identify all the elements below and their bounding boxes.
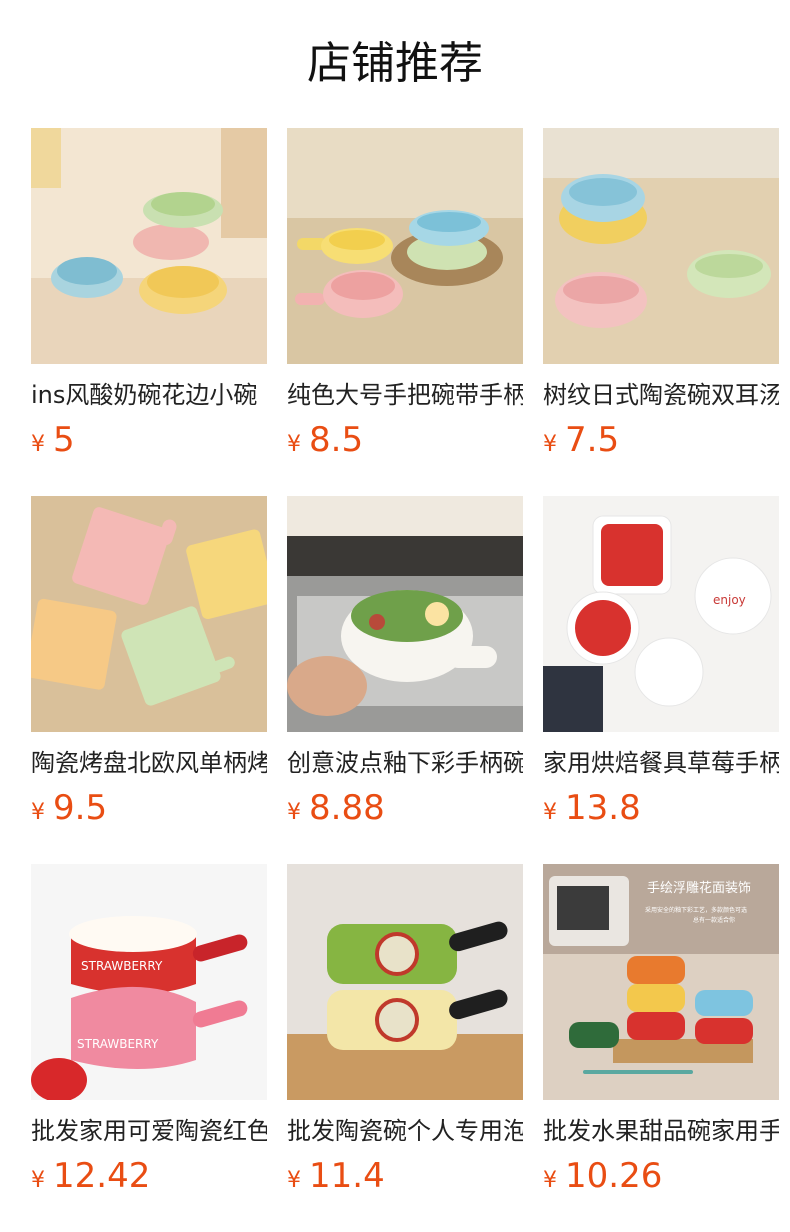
currency-symbol: ¥ xyxy=(31,432,45,457)
price-value: 9.5 xyxy=(53,788,108,828)
currency-symbol: ¥ xyxy=(31,800,45,825)
product-image[interactable] xyxy=(543,128,779,364)
product-price: ¥8.5 xyxy=(287,420,523,466)
price-value: 13.8 xyxy=(565,788,641,828)
price-value: 8.5 xyxy=(309,420,364,460)
price-value: 10.26 xyxy=(565,1156,663,1196)
product-image[interactable] xyxy=(287,496,523,732)
product-name[interactable]: 纯色大号手把碗带手柄 xyxy=(287,378,523,412)
currency-symbol: ¥ xyxy=(543,800,557,825)
price-value: 7.5 xyxy=(565,420,620,460)
product-image[interactable] xyxy=(287,128,523,364)
product-card[interactable]: 创意波点釉下彩手柄碗 ¥8.88 xyxy=(287,496,523,834)
product-price: ¥13.8 xyxy=(543,788,779,834)
product-name[interactable]: 陶瓷烤盘北欧风单柄烤 xyxy=(31,746,267,780)
page-title: 店铺推荐 xyxy=(307,38,483,89)
product-image[interactable] xyxy=(31,496,267,732)
product-card[interactable]: 批发陶瓷碗个人专用泡 ¥11.4 xyxy=(287,864,523,1202)
product-card[interactable]: 纯色大号手把碗带手柄 ¥8.5 xyxy=(287,128,523,466)
product-name[interactable]: 批发家用可爱陶瓷红色 xyxy=(31,1114,267,1148)
product-name[interactable]: 树纹日式陶瓷碗双耳汤 xyxy=(543,378,779,412)
product-name[interactable]: 批发陶瓷碗个人专用泡 xyxy=(287,1114,523,1148)
product-price: ¥9.5 xyxy=(31,788,267,834)
product-price: ¥11.4 xyxy=(287,1156,523,1202)
price-value: 8.88 xyxy=(309,788,385,828)
product-card[interactable]: enjoy 家用烘焙餐具草莓手柄 ¥13.8 xyxy=(543,496,779,834)
product-name[interactable]: 批发水果甜品碗家用手 xyxy=(543,1114,779,1148)
price-value: 5 xyxy=(53,420,75,460)
strawberry-label: STRAWBERRY xyxy=(77,1037,159,1051)
product-name[interactable]: 家用烘焙餐具草莓手柄 xyxy=(543,746,779,780)
banner-subtitle: 总有一款适合你 xyxy=(693,916,735,924)
product-price: ¥10.26 xyxy=(543,1156,779,1202)
product-price: ¥7.5 xyxy=(543,420,779,466)
price-value: 11.4 xyxy=(309,1156,385,1196)
product-card[interactable]: STRAWBERRY STRAWBERRY 批发家用可爱陶瓷红色 ¥12.42 xyxy=(31,864,267,1202)
product-image[interactable]: 手绘浮雕花面装饰 采用安全的釉下彩工艺，多款颜色可选 总有一款适合你 xyxy=(543,864,779,1100)
banner-title: 手绘浮雕花面装饰 xyxy=(647,880,751,896)
currency-symbol: ¥ xyxy=(287,800,301,825)
product-price: ¥5 xyxy=(31,420,267,466)
currency-symbol: ¥ xyxy=(543,432,557,457)
banner-subtitle: 采用安全的釉下彩工艺，多款颜色可选 xyxy=(645,906,747,914)
product-card[interactable]: 手绘浮雕花面装饰 采用安全的釉下彩工艺，多款颜色可选 总有一款适合你 批发水果甜… xyxy=(543,864,779,1202)
product-card[interactable]: 陶瓷烤盘北欧风单柄烤 ¥9.5 xyxy=(31,496,267,834)
price-value: 12.42 xyxy=(53,1156,151,1196)
product-price: ¥12.42 xyxy=(31,1156,267,1202)
strawberry-label: STRAWBERRY xyxy=(81,959,163,973)
currency-symbol: ¥ xyxy=(287,1168,301,1193)
product-name[interactable]: ins风酸奶碗花边小碗 xyxy=(31,378,267,412)
product-image[interactable]: enjoy xyxy=(543,496,779,732)
product-card[interactable]: ins风酸奶碗花边小碗 ¥5 xyxy=(31,128,267,466)
product-image[interactable]: STRAWBERRY STRAWBERRY xyxy=(31,864,267,1100)
currency-symbol: ¥ xyxy=(31,1168,45,1193)
product-price: ¥8.88 xyxy=(287,788,523,834)
product-card[interactable]: 树纹日式陶瓷碗双耳汤 ¥7.5 xyxy=(543,128,779,466)
product-name[interactable]: 创意波点釉下彩手柄碗 xyxy=(287,746,523,780)
currency-symbol: ¥ xyxy=(287,432,301,457)
currency-symbol: ¥ xyxy=(543,1168,557,1193)
product-image[interactable] xyxy=(31,128,267,364)
enjoy-label: enjoy xyxy=(713,593,746,607)
product-image[interactable] xyxy=(287,864,523,1100)
